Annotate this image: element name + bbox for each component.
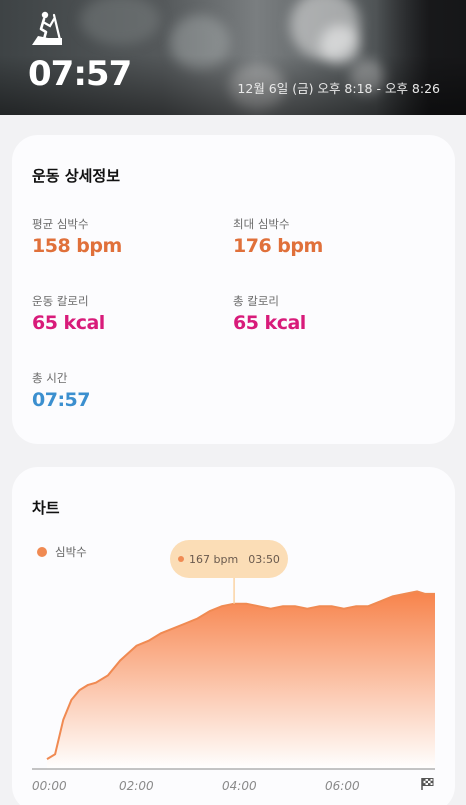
workout-calories-label: 운동 칼로리 (32, 294, 89, 308)
total-time-value: 07:57 (32, 389, 90, 411)
workout-date-range: 12월 6일 (금) 오후 8:18 - 오후 8:26 (237, 81, 440, 96)
avg-heart-rate-value: 158 bpm (32, 235, 122, 257)
tooltip-time: 03:50 (248, 552, 280, 566)
x-tick-label: 00:00 (32, 779, 67, 793)
x-tick-label: 04:00 (222, 779, 257, 793)
details-title: 운동 상세정보 (32, 167, 121, 185)
tooltip-value: 167 bpm (189, 552, 239, 566)
workout-header-image: 07:57 12월 6일 (금) 오후 8:18 - 오후 8:26 (0, 0, 466, 115)
workout-calories-value: 65 kcal (32, 312, 105, 334)
workout-duration: 07:57 (28, 54, 132, 94)
max-heart-rate-label: 최대 심박수 (233, 217, 290, 231)
heart-rate-chart[interactable] (12, 467, 455, 805)
total-time-label: 총 시간 (32, 371, 68, 385)
max-heart-rate-value: 176 bpm (233, 235, 323, 257)
tooltip-dot (178, 556, 185, 562)
avg-heart-rate-label: 평균 심박수 (32, 217, 89, 231)
total-calories-label: 총 칼로리 (233, 294, 279, 308)
total-calories-value: 65 kcal (233, 312, 306, 334)
workout-details-card: 운동 상세정보 평균 심박수 158 bpm 최대 심박수 176 bpm 운동… (12, 135, 455, 444)
checkered-flag-icon (421, 778, 434, 790)
chart-tooltip: 167 bpm 03:50 (170, 540, 288, 578)
chart-card[interactable]: 차트 심박수 167 bpm 03:50 00:00 02:00 04:00 0… (12, 467, 455, 805)
x-tick-label: 06:00 (325, 779, 360, 793)
x-tick-label: 02:00 (119, 779, 154, 793)
elliptical-trainer-icon (32, 11, 62, 45)
heart-rate-area (47, 591, 435, 769)
